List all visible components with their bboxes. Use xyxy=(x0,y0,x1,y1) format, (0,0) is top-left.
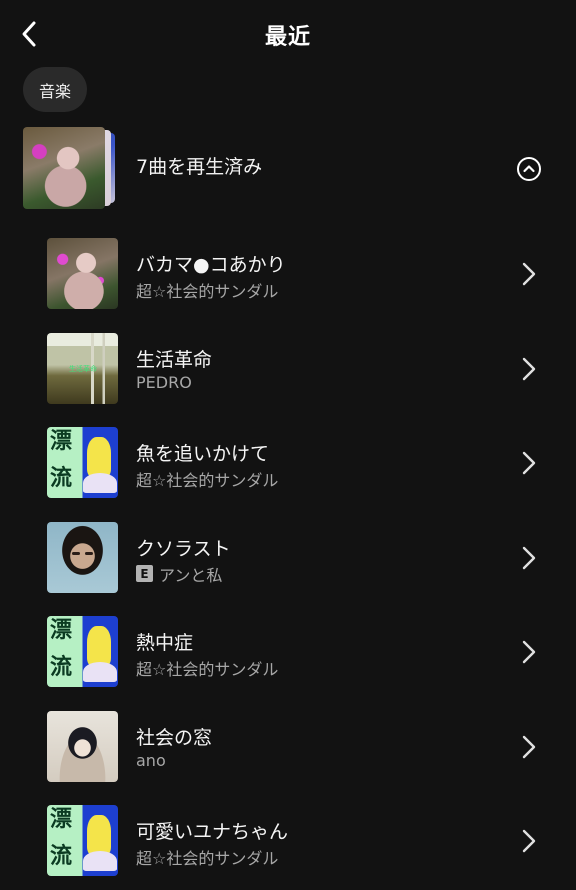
explicit-badge: E xyxy=(136,565,153,582)
chevron-right-icon xyxy=(522,829,536,853)
song-artist: 超☆社会的サンダル xyxy=(136,278,278,302)
artist-name: PEDRO xyxy=(136,372,192,392)
album-art-text: 流 xyxy=(50,465,73,491)
artist-name: 超☆社会的サンダル xyxy=(136,471,279,490)
album-art-text: 漂 xyxy=(50,617,73,643)
chevron-right-icon xyxy=(522,357,536,380)
artist-name: アンと私 xyxy=(159,565,223,585)
song-title: 魚を追いかけて xyxy=(136,443,270,465)
chevron-right-icon xyxy=(522,640,536,664)
stacked-album-art xyxy=(23,127,123,209)
filter-chip-music[interactable]: 音楽 xyxy=(23,67,88,112)
song-title: 社会の窓 xyxy=(136,726,213,749)
page-title: 最近 xyxy=(264,25,311,50)
album-art xyxy=(47,710,118,782)
list-item[interactable]: クソラスト E アンと私 xyxy=(0,512,576,607)
artist-name: 超☆社会的サンダル xyxy=(136,849,279,868)
chevron-up-circle-icon[interactable] xyxy=(516,156,542,182)
song-artist: PEDRO xyxy=(136,373,192,392)
album-art: 漂 流 xyxy=(47,805,118,876)
song-artist: 超☆社会的サンダル xyxy=(136,656,278,680)
artist-name: 超☆社会的サンダル xyxy=(136,282,279,301)
album-art: 漂 流 xyxy=(47,427,118,498)
album-art-text: 生活革命 xyxy=(69,364,97,373)
song-title: クソラスト xyxy=(136,537,231,560)
list-item[interactable]: 漂 流 可愛いユナちゃん 超☆社会的サンダル xyxy=(0,795,576,890)
list-item[interactable]: バカマ●コあかり 超☆社会的サンダル xyxy=(0,228,576,323)
chevron-right-icon xyxy=(522,546,536,569)
album-art-text: 漂 xyxy=(50,806,73,832)
list-item[interactable]: 漂 流 魚を追いかけて 超☆社会的サンダル xyxy=(0,417,576,512)
song-artist: 超☆社会的サンダル xyxy=(136,467,278,491)
chevron-right-icon xyxy=(522,262,536,286)
song-artist: E アンと私 xyxy=(136,562,222,586)
album-art: 生活革命 xyxy=(47,332,118,404)
song-title: 生活革命 xyxy=(136,348,213,371)
song-title: バカマ●コあかり xyxy=(136,254,286,276)
artist-name: ano xyxy=(136,750,166,770)
list-item[interactable]: 社会の窓 ano xyxy=(0,701,576,796)
song-title: 可愛いユナちゃん xyxy=(136,821,289,843)
top-bar: 最近 xyxy=(0,0,576,68)
album-art-text: 流 xyxy=(50,654,73,680)
chevron-right-icon xyxy=(522,735,536,758)
artist-name: 超☆社会的サンダル xyxy=(136,660,279,679)
song-artist: 超☆社会的サンダル xyxy=(136,845,278,869)
album-art xyxy=(47,521,118,593)
chevron-right-icon xyxy=(522,451,536,475)
album-art-text: 流 xyxy=(50,843,73,869)
album-art: 漂 流 xyxy=(47,616,118,687)
album-art xyxy=(47,238,118,309)
played-group-header[interactable]: 7曲を再生済み xyxy=(0,124,576,212)
album-art-text: 漂 xyxy=(50,428,73,454)
song-title: 熱中症 xyxy=(136,632,194,654)
song-artist: ano xyxy=(136,751,166,770)
list-item[interactable]: 生活革命 生活革命 PEDRO xyxy=(0,323,576,418)
group-title: 7曲を再生済み xyxy=(136,156,263,178)
list-item[interactable]: 漂 流 熱中症 超☆社会的サンダル xyxy=(0,606,576,701)
